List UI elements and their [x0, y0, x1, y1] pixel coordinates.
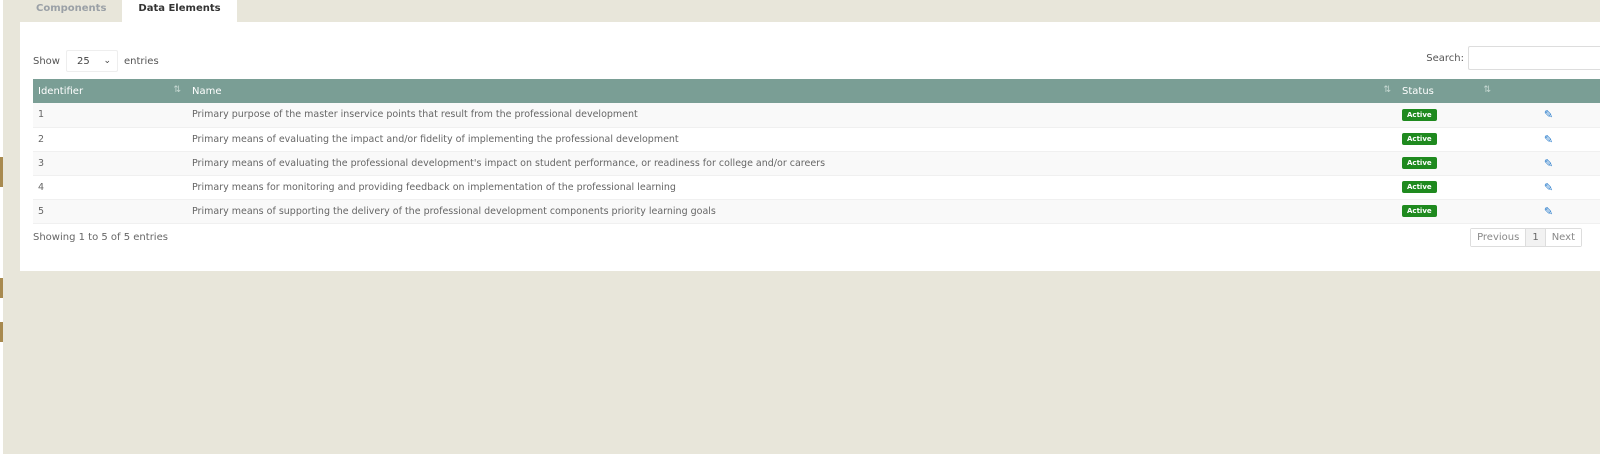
- row-status: Active: [1397, 151, 1497, 175]
- chevron-down-icon: ⌄: [103, 56, 111, 66]
- row-actions: ✎: [1497, 127, 1600, 151]
- row-identifier: 3: [38, 157, 45, 169]
- row-actions: ✎: [1497, 151, 1600, 175]
- pencil-icon[interactable]: ✎: [1544, 205, 1553, 218]
- table-row: 1 Primary purpose of the master inservic…: [33, 103, 1600, 127]
- pencil-icon[interactable]: ✎: [1544, 181, 1553, 194]
- table-row: 2 Primary means of evaluating the impact…: [33, 127, 1600, 151]
- pencil-icon[interactable]: ✎: [1544, 133, 1553, 146]
- show-label: Show: [33, 55, 60, 67]
- status-badge: Active: [1402, 108, 1437, 121]
- row-name: Primary purpose of the master inservice …: [192, 109, 638, 121]
- row-actions: ✎: [1497, 199, 1600, 223]
- row-actions: ✎: [1497, 175, 1600, 199]
- table-row: 5 Primary means of supporting the delive…: [33, 199, 1600, 223]
- status-badge: Active: [1402, 181, 1437, 193]
- row-identifier: 5: [38, 205, 45, 217]
- row-identifier: 1: [38, 109, 45, 121]
- status-badge: Active: [1402, 157, 1437, 169]
- search-label: Search:: [1426, 52, 1464, 64]
- row-name: Primary means of evaluating the professi…: [192, 157, 826, 169]
- data-elements-panel: Show 25 ⌄ entries Search: Identifier ⇅ N…: [20, 22, 1600, 271]
- pencil-icon[interactable]: ✎: [1544, 108, 1553, 121]
- rail-marker: [0, 278, 3, 298]
- status-badge: Active: [1402, 205, 1437, 217]
- page-length-select[interactable]: 25 ⌄: [65, 50, 118, 72]
- row-name: Primary means of evaluating the impact a…: [192, 133, 679, 145]
- page-length-value: 25: [76, 55, 90, 67]
- table-header-row: Identifier ⇅ Name ⇅ Status ⇅: [33, 79, 1600, 103]
- column-header-identifier[interactable]: Identifier ⇅: [33, 79, 187, 103]
- search-control: Search:: [1426, 46, 1600, 70]
- row-status: Active: [1397, 199, 1497, 223]
- search-input[interactable]: [1468, 46, 1600, 70]
- sort-icon: ⇅: [173, 85, 181, 95]
- row-name: Primary means of supporting the delivery…: [192, 205, 716, 217]
- left-rail: [0, 0, 3, 454]
- entries-label: entries: [123, 55, 159, 67]
- column-header-name[interactable]: Name ⇅: [187, 79, 1397, 103]
- column-header-actions: [1497, 79, 1600, 103]
- tab-bar: Components Data Elements: [20, 0, 237, 22]
- page-length-control: Show 25 ⌄ entries: [33, 50, 159, 72]
- sort-icon: ⇅: [1483, 85, 1491, 95]
- page-1-button[interactable]: 1: [1526, 229, 1546, 246]
- row-name: Primary means for monitoring and providi…: [192, 181, 676, 193]
- rail-marker: [0, 157, 3, 187]
- row-status: Active: [1397, 127, 1497, 151]
- row-status: Active: [1397, 103, 1497, 127]
- table-row: 3 Primary means of evaluating the profes…: [33, 151, 1600, 175]
- row-identifier: 2: [38, 133, 45, 145]
- pagination: Previous 1 Next: [1470, 228, 1582, 247]
- row-status: Active: [1397, 175, 1497, 199]
- table-info: Showing 1 to 5 of 5 entries: [33, 232, 168, 243]
- table-row: 4 Primary means for monitoring and provi…: [33, 175, 1600, 199]
- column-header-status[interactable]: Status ⇅: [1397, 79, 1497, 103]
- rail-marker: [0, 322, 3, 342]
- data-elements-table: Identifier ⇅ Name ⇅ Status ⇅ 1 Primary p…: [33, 79, 1600, 224]
- next-page-button[interactable]: Next: [1545, 229, 1581, 246]
- sort-icon: ⇅: [1383, 85, 1391, 95]
- row-actions: ✎: [1497, 103, 1600, 127]
- previous-page-button[interactable]: Previous: [1471, 229, 1527, 246]
- tab-components[interactable]: Components: [20, 0, 122, 22]
- tab-data-elements[interactable]: Data Elements: [122, 0, 237, 22]
- row-identifier: 4: [38, 181, 45, 193]
- status-badge: Active: [1402, 133, 1437, 145]
- pencil-icon[interactable]: ✎: [1544, 157, 1553, 170]
